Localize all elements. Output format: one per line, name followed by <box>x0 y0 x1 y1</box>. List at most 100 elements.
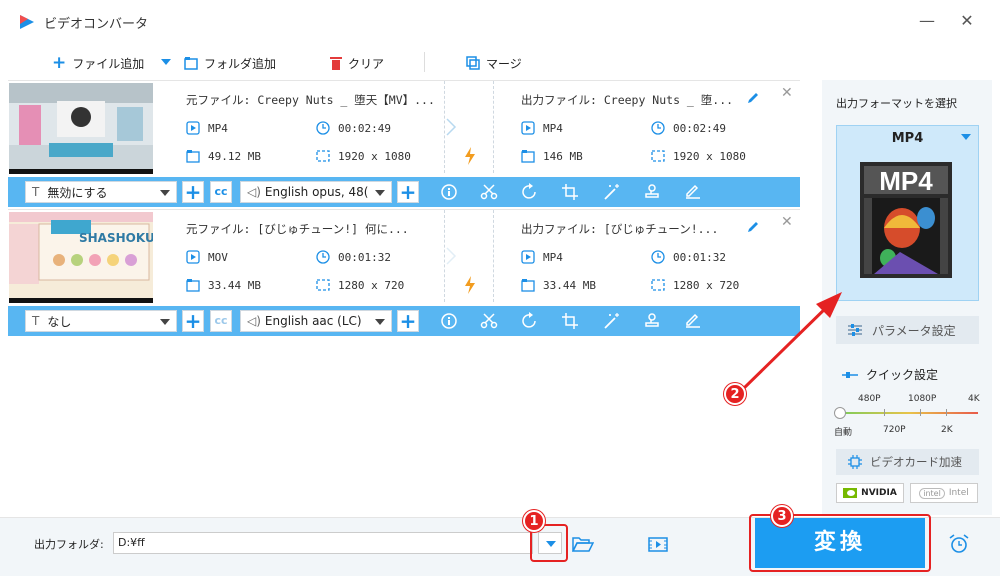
output-folder-label: 出力フォルダ: <box>34 538 104 551</box>
plus-icon: + <box>52 53 67 73</box>
text-icon: T <box>32 185 40 199</box>
video-output-icon[interactable] <box>648 535 668 553</box>
merge-icon <box>466 56 480 70</box>
watermark-stamp-icon[interactable] <box>642 312 662 330</box>
app-logo-icon <box>20 15 34 29</box>
cc-icon[interactable]: cc <box>210 181 232 203</box>
add-audio-button[interactable]: + <box>397 181 419 203</box>
resolution-icon <box>316 150 330 162</box>
open-folder-icon[interactable] <box>572 535 594 553</box>
annotation-badge-1: 1 <box>523 510 545 532</box>
crop-icon[interactable] <box>561 312 581 330</box>
source-resolution: 1920 x 1080 <box>316 149 411 163</box>
source-format: MP4 <box>186 121 228 135</box>
video-file-icon <box>186 250 200 264</box>
output-file-name: 出力ファイル: Creepy Nuts _ 堕... <box>521 93 734 107</box>
audio-track-select[interactable]: ◁) English aac (LC) <box>240 310 392 332</box>
info-icon[interactable] <box>439 183 459 201</box>
file-item: 元ファイル: Creepy Nuts _ 堕天【MV】... MP4 00:02… <box>8 80 800 207</box>
output-file-name: 出力ファイル: [びじゅチューン!... <box>521 222 719 236</box>
add-subtitle-button[interactable]: + <box>182 310 204 332</box>
source-resolution: 1280 x 720 <box>316 278 404 292</box>
edit-pencil-icon[interactable] <box>746 91 760 105</box>
rotate-icon[interactable] <box>520 312 540 330</box>
add-file-dropdown-icon[interactable] <box>161 59 171 66</box>
add-subtitle-button[interactable]: + <box>182 181 204 203</box>
quality-2k: 2K <box>941 425 953 435</box>
divider <box>493 81 494 173</box>
add-folder-button[interactable]: フォルダ追加 <box>184 54 276 72</box>
chip-icon <box>848 455 862 469</box>
resolution-icon <box>316 279 330 291</box>
output-format-name: MP4 <box>891 131 924 146</box>
scissors-icon[interactable] <box>479 183 499 201</box>
clock-icon <box>651 121 665 135</box>
nvidia-logo-icon <box>843 488 858 498</box>
quality-4k: 4K <box>968 394 980 404</box>
subtitle-edit-icon[interactable] <box>683 312 703 330</box>
folder-icon <box>521 150 535 163</box>
add-file-button[interactable]: + ファイル追加 <box>52 54 144 72</box>
folder-add-icon <box>184 57 198 70</box>
effects-wand-icon[interactable] <box>602 183 622 201</box>
effects-wand-icon[interactable] <box>602 312 622 330</box>
annotation-badge-2: 2 <box>724 383 746 405</box>
slider-tick <box>946 409 947 416</box>
speaker-icon: ◁) <box>247 185 261 199</box>
add-audio-button[interactable]: + <box>397 310 419 332</box>
chevron-down-icon <box>160 319 170 325</box>
watermark-stamp-icon[interactable] <box>642 183 662 201</box>
nvidia-option[interactable]: NVIDIA <box>836 483 904 503</box>
annotation-badge-3: 3 <box>771 505 793 527</box>
minimize-button[interactable]: — <box>913 8 941 34</box>
remove-item-icon[interactable]: ✕ <box>781 85 793 101</box>
source-duration: 00:01:32 <box>316 250 391 264</box>
subtitle-edit-icon[interactable] <box>683 183 703 201</box>
cc-icon[interactable]: cc <box>210 310 232 332</box>
folder-icon <box>521 279 535 292</box>
remove-item-icon[interactable]: ✕ <box>781 214 793 230</box>
resolution-icon <box>651 150 665 162</box>
app-title: ビデオコンバータ <box>44 17 149 32</box>
video-thumbnail[interactable] <box>9 83 153 174</box>
output-size: 33.44 MB <box>521 278 596 292</box>
toolbar-divider <box>424 52 425 72</box>
rotate-icon[interactable] <box>520 183 540 201</box>
output-resolution: 1920 x 1080 <box>651 149 746 163</box>
video-thumbnail[interactable]: SHASHOKU <box>9 212 153 303</box>
crop-icon[interactable] <box>561 183 581 201</box>
subtitle-select[interactable]: T 無効にする <box>25 181 177 203</box>
close-window-button[interactable]: ✕ <box>953 8 981 34</box>
lightning-icon[interactable] <box>463 276 477 294</box>
clear-button[interactable]: クリア <box>330 54 384 72</box>
quality-auto: 自動 <box>834 428 853 438</box>
edit-pencil-icon[interactable] <box>746 220 760 234</box>
trash-icon <box>330 57 342 70</box>
merge-label: マージ <box>486 56 522 71</box>
clock-icon <box>316 121 330 135</box>
source-size: 49.12 MB <box>186 149 261 163</box>
chevron-down-icon <box>160 190 170 196</box>
lightning-icon[interactable] <box>463 147 477 165</box>
info-icon[interactable] <box>439 312 459 330</box>
folder-icon <box>186 150 200 163</box>
intel-option[interactable]: intel Intel <box>910 483 978 503</box>
slider-tick <box>920 409 921 416</box>
chevron-down-icon <box>375 319 385 325</box>
gpu-acceleration-button[interactable]: ビデオカード加速 <box>836 449 979 475</box>
speaker-icon: ◁) <box>247 314 261 328</box>
chevron-down-icon[interactable] <box>961 134 971 140</box>
output-duration: 00:02:49 <box>651 121 726 135</box>
subtitle-select[interactable]: T なし <box>25 310 177 332</box>
text-icon: T <box>32 314 40 328</box>
alarm-clock-icon[interactable] <box>948 533 970 555</box>
title-bar <box>0 0 1000 42</box>
merge-button[interactable]: マージ <box>466 54 522 72</box>
output-folder-input[interactable]: D:¥ff <box>113 532 533 554</box>
source-duration: 00:02:49 <box>316 121 391 135</box>
audio-track-select[interactable]: ◁) English opus, 48( <box>240 181 392 203</box>
scissors-icon[interactable] <box>479 312 499 330</box>
quality-slider-track[interactable] <box>840 412 978 414</box>
source-file-name: 元ファイル: [びじゅチューン!] 何に... <box>186 222 409 236</box>
quality-480p: 480P <box>858 394 881 404</box>
